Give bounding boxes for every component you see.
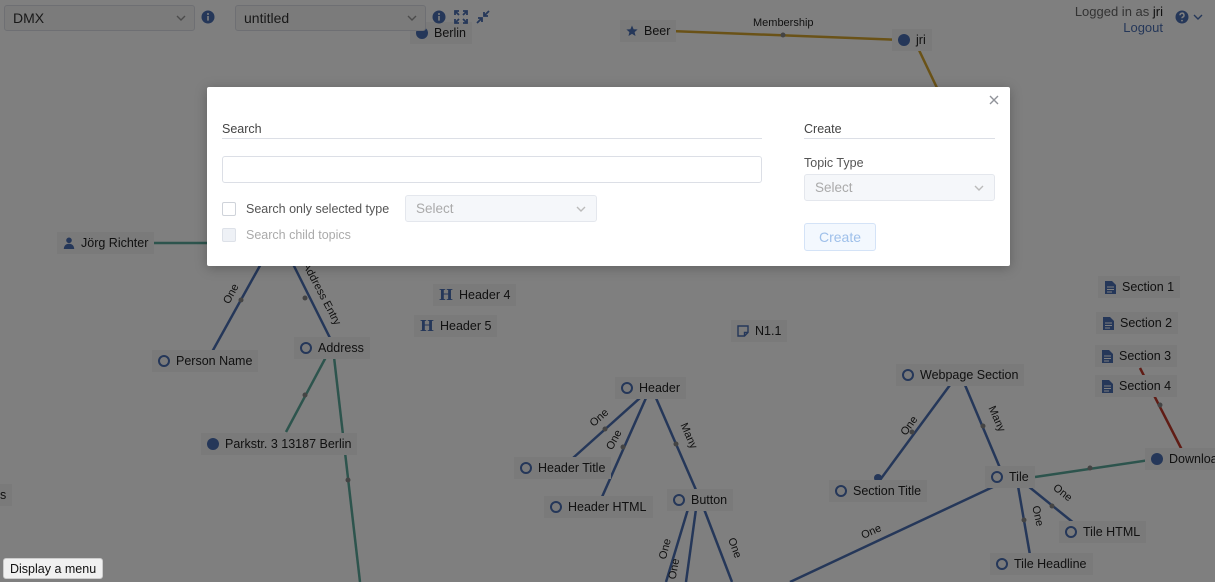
topic-type-select-placeholder: Select [815, 180, 853, 195]
chevron-down-icon [576, 206, 586, 212]
topic-type-label: Topic Type [804, 156, 864, 170]
close-icon[interactable] [988, 94, 1000, 106]
type-select-placeholder: Select [416, 201, 454, 216]
type-select[interactable]: Select [405, 195, 597, 222]
search-input[interactable] [222, 156, 762, 183]
create-section-title: Create [804, 122, 995, 139]
display-menu-button[interactable]: Display a menu [3, 558, 104, 579]
search-only-selected-type-checkbox[interactable] [222, 202, 236, 216]
create-button[interactable]: Create [804, 223, 876, 251]
chevron-down-icon [974, 185, 984, 191]
search-section-title: Search [222, 122, 762, 139]
search-create-dialog: Search Search only selected type Select … [207, 87, 1010, 266]
topic-type-select[interactable]: Select [804, 174, 995, 201]
search-child-topics-checkbox[interactable] [222, 228, 236, 242]
search-child-topics-label: Search child topics [246, 228, 351, 242]
search-only-selected-type-label: Search only selected type [246, 202, 390, 216]
app-root: Membership One Address Entry One One Man… [0, 0, 1215, 582]
